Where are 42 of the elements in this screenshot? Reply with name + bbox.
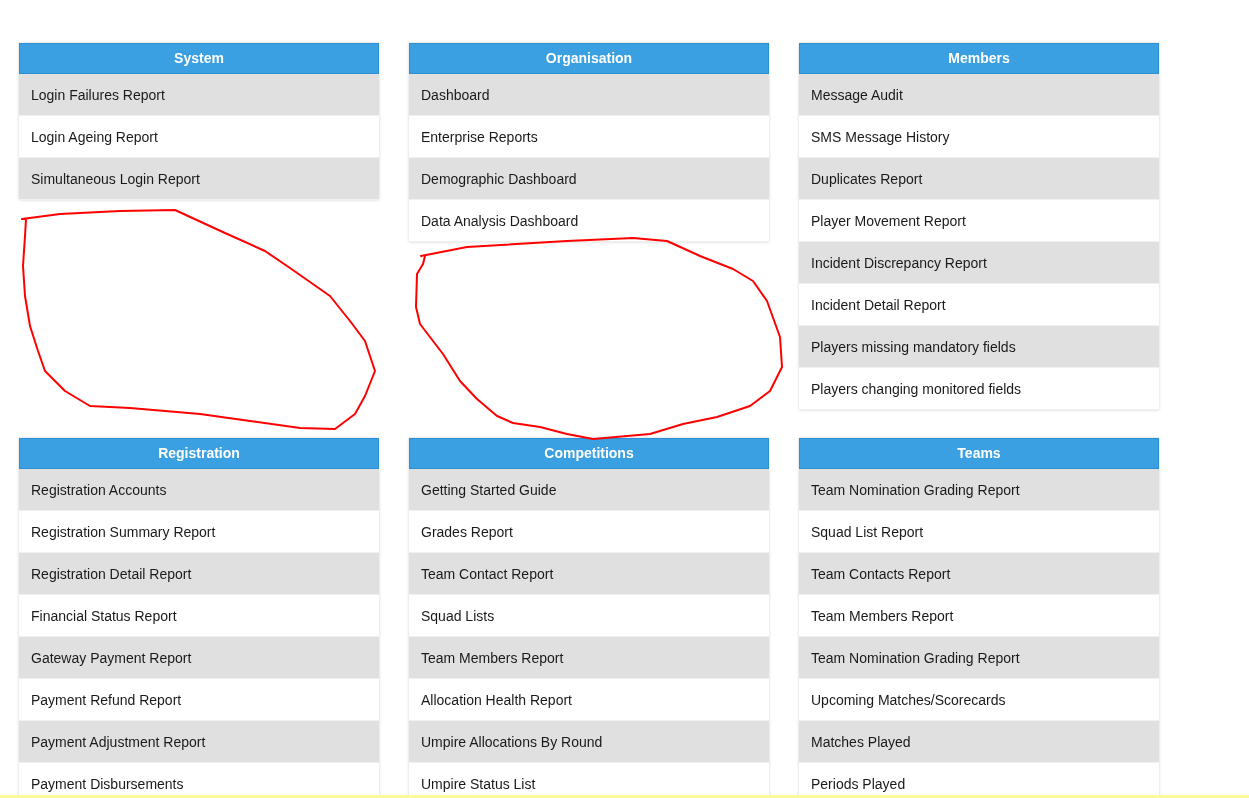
section-header: Organisation <box>409 43 769 74</box>
report-link[interactable]: Incident Discrepancy Report <box>799 242 1159 284</box>
report-link[interactable]: Login Ageing Report <box>19 116 379 158</box>
report-link[interactable]: Team Nomination Grading Report <box>799 469 1159 511</box>
report-link[interactable]: SMS Message History <box>799 116 1159 158</box>
report-link[interactable]: Data Analysis Dashboard <box>409 200 769 242</box>
report-link[interactable]: Incident Detail Report <box>799 284 1159 326</box>
report-link[interactable]: Payment Refund Report <box>19 679 379 721</box>
report-link[interactable]: Registration Detail Report <box>19 553 379 595</box>
report-link[interactable]: Team Members Report <box>799 595 1159 637</box>
report-link[interactable]: Registration Summary Report <box>19 511 379 553</box>
section-header: Competitions <box>409 438 769 469</box>
report-link[interactable]: Squad Lists <box>409 595 769 637</box>
report-link[interactable]: Simultaneous Login Report <box>19 158 379 200</box>
report-link[interactable]: Financial Status Report <box>19 595 379 637</box>
report-link[interactable]: Team Contact Report <box>409 553 769 595</box>
report-link[interactable]: Grades Report <box>409 511 769 553</box>
section-header: Registration <box>19 438 379 469</box>
report-link[interactable]: Players changing monitored fields <box>799 368 1159 410</box>
report-link[interactable]: Payment Adjustment Report <box>19 721 379 763</box>
report-link[interactable]: Duplicates Report <box>799 158 1159 200</box>
report-link[interactable]: Dashboard <box>409 74 769 116</box>
report-link[interactable]: Getting Started Guide <box>409 469 769 511</box>
report-link[interactable]: Squad List Report <box>799 511 1159 553</box>
report-link[interactable]: Team Contacts Report <box>799 553 1159 595</box>
report-link[interactable]: Matches Played <box>799 721 1159 763</box>
report-link[interactable]: Demographic Dashboard <box>409 158 769 200</box>
section-header: Teams <box>799 438 1159 469</box>
section-header: Members <box>799 43 1159 74</box>
report-link[interactable]: Registration Accounts <box>19 469 379 511</box>
report-link[interactable]: Player Movement Report <box>799 200 1159 242</box>
report-link[interactable]: Enterprise Reports <box>409 116 769 158</box>
report-link[interactable]: Upcoming Matches/Scorecards <box>799 679 1159 721</box>
report-link[interactable]: Login Failures Report <box>19 74 379 116</box>
report-link[interactable]: Team Members Report <box>409 637 769 679</box>
report-link[interactable]: Message Audit <box>799 74 1159 116</box>
report-link[interactable]: Team Nomination Grading Report <box>799 637 1159 679</box>
section-header: System <box>19 43 379 74</box>
report-link[interactable]: Players missing mandatory fields <box>799 326 1159 368</box>
report-link[interactable]: Allocation Health Report <box>409 679 769 721</box>
report-link[interactable]: Gateway Payment Report <box>19 637 379 679</box>
report-link[interactable]: Umpire Allocations By Round <box>409 721 769 763</box>
